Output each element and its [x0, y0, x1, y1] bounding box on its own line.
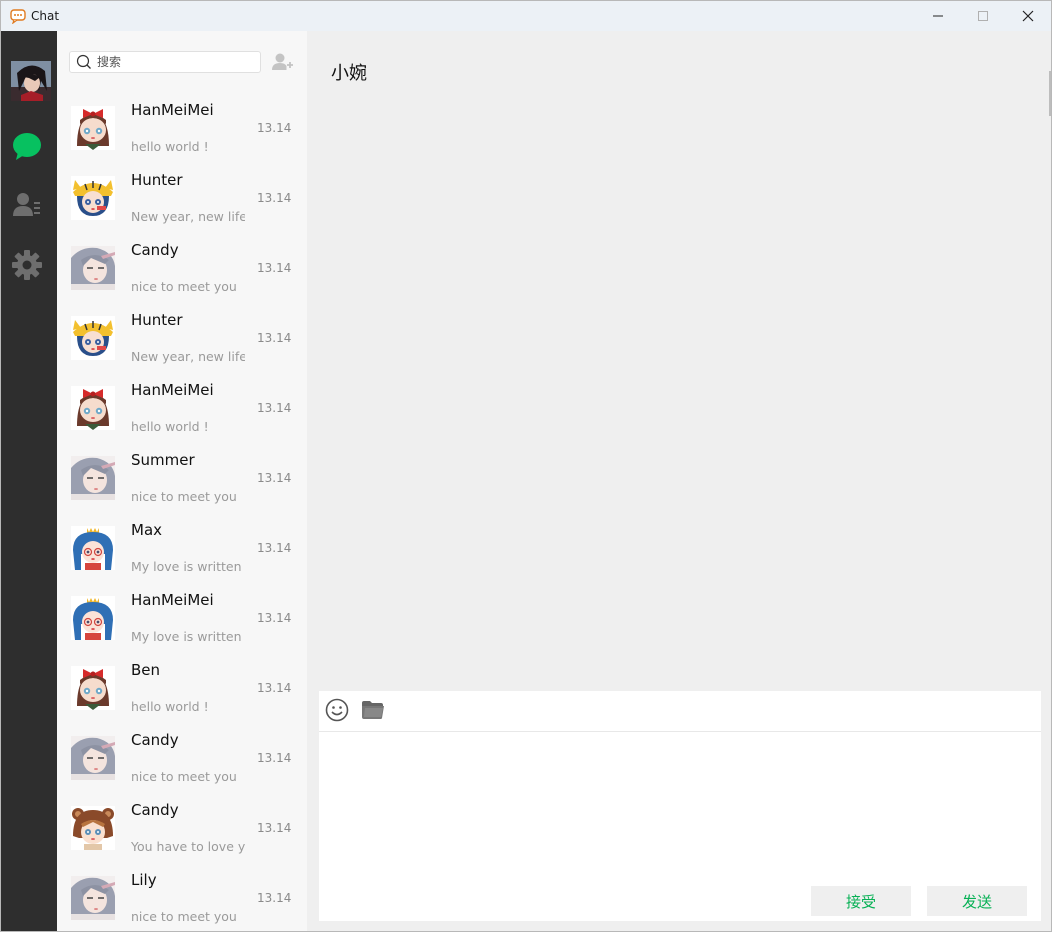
- contact-name: HanMeiMei: [131, 101, 214, 119]
- contact-name: Lily: [131, 871, 157, 889]
- contact-avatar: [71, 106, 115, 150]
- message-time: 13.14: [257, 611, 292, 625]
- contact-avatar: [71, 876, 115, 920]
- contact-name: Candy: [131, 731, 179, 749]
- conversation-item[interactable]: Hunter 13.14 New year, new life: [57, 311, 307, 381]
- conversation-item[interactable]: HanMeiMei 13.14 My love is written ir: [57, 591, 307, 661]
- conversation-list: HanMeiMei 13.14 hello world ! Hunter 13.14 Ne…: [57, 31, 307, 931]
- contact-avatar: [71, 806, 115, 850]
- message-time: 13.14: [257, 681, 292, 695]
- file-button[interactable]: [361, 700, 385, 724]
- search-box[interactable]: [69, 51, 261, 73]
- conversation-item[interactable]: Summer 13.14 nice to meet you: [57, 451, 307, 521]
- contact-avatar: [71, 666, 115, 710]
- scrollbar[interactable]: [1049, 71, 1051, 116]
- contact-avatar: [71, 736, 115, 780]
- contact-name: Candy: [131, 801, 179, 819]
- nav-contacts[interactable]: [11, 189, 43, 221]
- message-time: 13.14: [257, 191, 292, 205]
- conversation-item[interactable]: Ben 13.14 hello world !: [57, 661, 307, 731]
- contact-name: Max: [131, 521, 163, 539]
- last-message-preview: hello world !: [131, 139, 209, 154]
- contacts-icon: [13, 193, 40, 216]
- side-nav: [1, 31, 57, 931]
- conversation-item[interactable]: Hunter 13.14 New year, new life: [57, 171, 307, 241]
- message-time: 13.14: [257, 471, 292, 485]
- message-time: 13.14: [257, 121, 292, 135]
- chat-bubble-icon: [13, 133, 41, 160]
- contact-name: Candy: [131, 241, 179, 259]
- nav-chat[interactable]: [11, 131, 43, 163]
- title-bar: Chat: [1, 1, 1051, 31]
- last-message-preview: nice to meet you: [131, 909, 237, 924]
- conversation-item[interactable]: Candy 13.14 nice to meet you: [57, 241, 307, 311]
- message-time: 13.14: [257, 891, 292, 905]
- chat-title: 小婉: [331, 63, 367, 84]
- message-input[interactable]: [327, 739, 1031, 873]
- minimize-icon: [933, 15, 943, 17]
- conversation-item[interactable]: HanMeiMei 13.14 hello world !: [57, 381, 307, 451]
- last-message-preview: hello world !: [131, 699, 209, 714]
- last-message-preview: My love is written ir: [131, 629, 245, 644]
- contact-name: HanMeiMei: [131, 381, 214, 399]
- message-time: 13.14: [257, 401, 292, 415]
- last-message-preview: You have to love yo: [131, 839, 245, 854]
- emoji-icon: [325, 698, 349, 722]
- add-contact-button[interactable]: [272, 52, 294, 72]
- message-time: 13.14: [257, 261, 292, 275]
- message-time: 13.14: [257, 821, 292, 835]
- contact-avatar: [71, 246, 115, 290]
- last-message-preview: New year, new life: [131, 209, 245, 224]
- close-icon: [1022, 10, 1034, 22]
- contact-name: Summer: [131, 451, 195, 469]
- accept-button[interactable]: 接受: [811, 886, 911, 916]
- message-composer: 接受 发送: [319, 691, 1041, 921]
- contact-avatar: [71, 456, 115, 500]
- contact-avatar: [71, 176, 115, 220]
- conversation-item[interactable]: Candy 13.14 nice to meet you: [57, 731, 307, 801]
- user-avatar[interactable]: [11, 61, 51, 101]
- send-button[interactable]: 发送: [927, 886, 1027, 916]
- window-title: Chat: [31, 9, 60, 23]
- message-time: 13.14: [257, 751, 292, 765]
- add-user-icon: [272, 53, 293, 70]
- contact-avatar: [71, 386, 115, 430]
- message-time: 13.14: [257, 541, 292, 555]
- maximize-button[interactable]: [960, 1, 1006, 31]
- folder-icon: [362, 701, 384, 719]
- contact-name: HanMeiMei: [131, 591, 214, 609]
- message-time: 13.14: [257, 331, 292, 345]
- contact-avatar: [71, 596, 115, 640]
- last-message-preview: New year, new life: [131, 349, 245, 364]
- conversation-item[interactable]: Candy 13.14 You have to love yo: [57, 801, 307, 871]
- maximize-icon: [978, 11, 988, 21]
- search-icon: [76, 54, 91, 69]
- app-window: Chat 搜索 HanMeiMei 13.14 hello world ! Hu…: [0, 0, 1052, 932]
- last-message-preview: nice to meet you: [131, 489, 237, 504]
- minimize-button[interactable]: [915, 1, 961, 31]
- emoji-button[interactable]: [325, 698, 349, 726]
- settings-gear-icon: [12, 250, 42, 280]
- contact-avatar: [71, 316, 115, 360]
- search-input[interactable]: [97, 53, 252, 71]
- chat-panel: 小婉 接受 发送: [307, 31, 1051, 931]
- composer-toolbar: [319, 691, 1041, 732]
- last-message-preview: nice to meet you: [131, 769, 237, 784]
- last-message-preview: nice to meet you: [131, 279, 237, 294]
- app-logo-icon: [10, 8, 26, 25]
- conversation-item[interactable]: HanMeiMei 13.14 hello world !: [57, 101, 307, 171]
- contact-avatar: [71, 526, 115, 570]
- last-message-preview: hello world !: [131, 419, 209, 434]
- contact-name: Hunter: [131, 311, 183, 329]
- close-button[interactable]: [1005, 1, 1051, 31]
- conversation-item[interactable]: Max 13.14 My love is written ir: [57, 521, 307, 591]
- conversation-item[interactable]: Lily 13.14 nice to meet you: [57, 871, 307, 931]
- nav-settings[interactable]: [11, 249, 43, 281]
- contact-name: Ben: [131, 661, 161, 679]
- last-message-preview: My love is written ir: [131, 559, 245, 574]
- contact-name: Hunter: [131, 171, 183, 189]
